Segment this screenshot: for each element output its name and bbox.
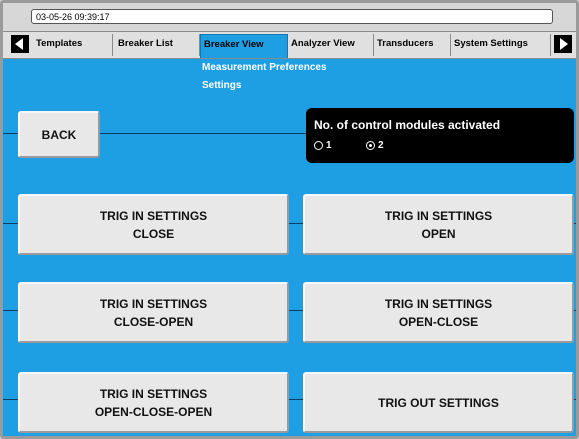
trig-in-close-open-button[interactable]: TRIG IN SETTINGS CLOSE-OPEN (18, 282, 289, 343)
submenu-measurement-preferences[interactable]: Measurement Preferences (202, 62, 327, 73)
back-button-label: BACK (41, 127, 77, 142)
arrow-left-icon[interactable] (11, 35, 29, 53)
tab-analyzer-view[interactable]: Analyzer View (288, 34, 374, 56)
tab-breaker-list[interactable]: Breaker List (115, 34, 200, 56)
arrow-right-icon[interactable] (554, 35, 572, 53)
status-bar: 03-05-26 09:39:17 (3, 3, 576, 32)
trig-out-settings-button[interactable]: TRIG OUT SETTINGS (303, 372, 574, 433)
control-modules-panel: No. of control modules activated 1 2 (306, 108, 574, 163)
tab-system-settings[interactable]: System Settings (451, 34, 551, 56)
back-button[interactable]: BACK (18, 111, 100, 158)
app-window: 03-05-26 09:39:17 Templates Breaker List… (0, 0, 579, 439)
radio-option-2-label: 2 (378, 140, 384, 151)
trig-out-settings-label: TRIG OUT SETTINGS (378, 395, 499, 410)
trig-in-close-label: TRIG IN SETTINGS CLOSE (99, 208, 208, 241)
radio-option-1-label: 1 (326, 140, 332, 151)
datetime-display: 03-05-26 09:39:17 (31, 9, 553, 24)
tab-bar: Templates Breaker List Breaker View Anal… (3, 32, 576, 59)
trig-in-open-close-open-button[interactable]: TRIG IN SETTINGS OPEN-CLOSE-OPEN (18, 372, 289, 433)
submenu-settings[interactable]: Settings (202, 80, 241, 91)
trig-in-open-button[interactable]: TRIG IN SETTINGS OPEN (303, 194, 574, 255)
radio-selected-icon (366, 141, 375, 150)
trig-in-close-button[interactable]: TRIG IN SETTINGS CLOSE (18, 194, 289, 255)
tab-transducers[interactable]: Transducers (374, 34, 451, 56)
trig-in-open-close-open-label: TRIG IN SETTINGS OPEN-CLOSE-OPEN (94, 386, 213, 419)
tab-breaker-view[interactable]: Breaker View (200, 34, 288, 58)
trig-in-open-close-button[interactable]: TRIG IN SETTINGS OPEN-CLOSE (303, 282, 574, 343)
trig-in-open-label: TRIG IN SETTINGS OPEN (384, 208, 493, 241)
radio-option-1[interactable]: 1 (314, 140, 332, 151)
control-modules-title: No. of control modules activated (314, 118, 501, 132)
trig-in-open-close-label: TRIG IN SETTINGS OPEN-CLOSE (384, 296, 493, 329)
tab-templates[interactable]: Templates (33, 34, 113, 56)
trig-in-close-open-label: TRIG IN SETTINGS CLOSE-OPEN (99, 296, 208, 329)
radio-unselected-icon (314, 141, 323, 150)
radio-option-2[interactable]: 2 (366, 140, 384, 151)
